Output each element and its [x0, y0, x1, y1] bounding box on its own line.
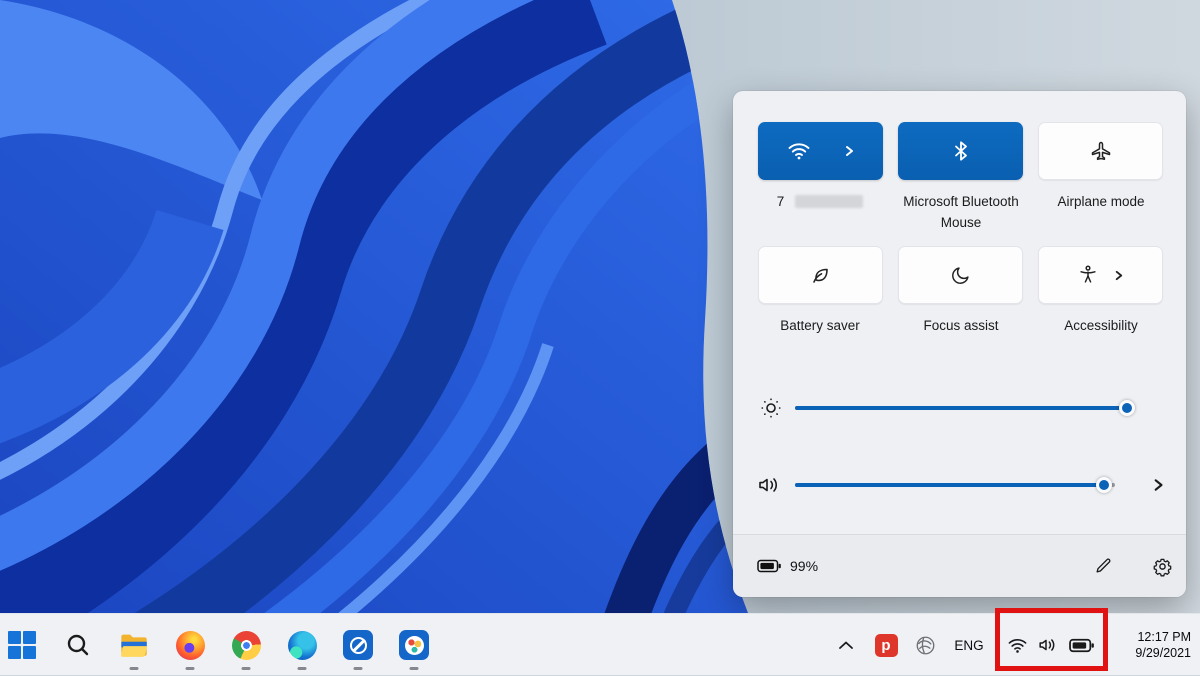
- wifi-icon: [787, 141, 811, 161]
- file-explorer-button[interactable]: [119, 630, 149, 660]
- volume-slider-knob[interactable]: [1096, 477, 1112, 493]
- chrome-button[interactable]: [231, 630, 261, 660]
- accessibility-label: Accessibility: [1031, 315, 1171, 336]
- blocked-sign-app-button[interactable]: [343, 630, 373, 660]
- volume-slider-fill: [795, 483, 1105, 487]
- redacted-network-name: [795, 195, 863, 208]
- brightness-slider-fill: [795, 406, 1127, 410]
- running-indicator: [410, 667, 419, 670]
- tray-wifi-button[interactable]: [1003, 614, 1031, 676]
- tray-volume-icon: [1037, 635, 1060, 655]
- chevron-up-icon: [838, 640, 854, 650]
- media-app-button[interactable]: [399, 630, 429, 660]
- running-indicator: [298, 667, 307, 670]
- settings-button[interactable]: [1147, 551, 1177, 581]
- focus-assist-toggle-button[interactable]: [898, 246, 1023, 304]
- picpick-tray-button[interactable]: p: [872, 614, 900, 676]
- quick-settings-footer: 99%: [733, 534, 1186, 597]
- media-app-icon: [399, 630, 429, 660]
- tray-battery-icon: [1069, 638, 1095, 653]
- search-icon: [65, 632, 91, 658]
- gear-icon: [1152, 556, 1173, 577]
- blocked-sign-app-icon: [343, 630, 373, 660]
- brightness-slider-row: [757, 395, 1167, 421]
- wifi-network-label: 7: [750, 191, 890, 212]
- running-indicator: [242, 667, 251, 670]
- mesh-app-tray-button[interactable]: [911, 614, 939, 676]
- pencil-icon: [1093, 556, 1113, 576]
- volume-expand-chevron-icon[interactable]: [1151, 478, 1165, 492]
- search-button[interactable]: [63, 630, 93, 660]
- mesh-globe-icon: [914, 634, 937, 657]
- tray-wifi-icon: [1007, 637, 1028, 654]
- language-indicator[interactable]: ENG: [948, 614, 990, 676]
- running-indicator: [186, 667, 195, 670]
- bluetooth-toggle-button[interactable]: [898, 122, 1023, 180]
- volume-slider-track[interactable]: [795, 483, 1115, 487]
- running-indicator: [130, 667, 139, 670]
- airplane-mode-label: Airplane mode: [1031, 191, 1171, 212]
- clock-date: 9/29/2021: [1135, 645, 1191, 661]
- accessibility-button[interactable]: [1038, 246, 1163, 304]
- edit-quick-settings-button[interactable]: [1088, 551, 1118, 581]
- tray-battery-button[interactable]: [1066, 614, 1098, 676]
- chrome-icon: [232, 631, 261, 660]
- battery-saver-toggle-button[interactable]: [758, 246, 883, 304]
- focus-assist-moon-icon: [950, 264, 972, 286]
- edge-icon: [288, 631, 317, 660]
- airplane-icon: [1089, 139, 1113, 163]
- tray-volume-button[interactable]: [1034, 614, 1062, 676]
- volume-speaker-icon: [757, 473, 783, 497]
- start-button[interactable]: [7, 630, 37, 660]
- battery-icon: [757, 559, 782, 573]
- tray-overflow-button[interactable]: [832, 614, 860, 676]
- windows-logo-icon: [8, 631, 36, 659]
- firefox-button[interactable]: [175, 630, 205, 660]
- taskbar-app-icons: [7, 614, 429, 676]
- wifi-toggle-button[interactable]: [758, 122, 883, 180]
- battery-saver-leaf-icon: [809, 264, 833, 286]
- brightness-slider-track[interactable]: [795, 406, 1127, 410]
- volume-slider-row: [757, 472, 1167, 498]
- taskbar-clock[interactable]: 12:17 PM 9/29/2021: [1135, 629, 1191, 661]
- focus-assist-label: Focus assist: [891, 315, 1031, 336]
- accessibility-person-icon: [1077, 264, 1099, 286]
- edge-button[interactable]: [287, 630, 317, 660]
- wifi-expand-chevron-icon[interactable]: [843, 145, 855, 157]
- brightness-sun-icon: [759, 396, 783, 420]
- bluetooth-icon: [952, 141, 970, 161]
- picpick-icon: p: [875, 634, 898, 657]
- airplane-mode-toggle-button[interactable]: [1038, 122, 1163, 180]
- quick-settings-panel: 7 Microsoft Bluetooth Mouse Airplane mod…: [733, 91, 1186, 597]
- running-indicator: [354, 667, 363, 670]
- battery-status: 99%: [757, 558, 818, 574]
- file-explorer-icon: [119, 630, 149, 660]
- accessibility-expand-chevron-icon[interactable]: [1113, 270, 1124, 281]
- battery-percent-label: 99%: [790, 558, 818, 574]
- bluetooth-device-label: Microsoft Bluetooth Mouse: [891, 191, 1031, 233]
- brightness-slider-knob[interactable]: [1119, 400, 1135, 416]
- battery-saver-label: Battery saver: [750, 315, 890, 336]
- firefox-icon: [176, 631, 205, 660]
- clock-time: 12:17 PM: [1135, 629, 1191, 645]
- taskbar: p ENG 12:17 PM 9/29/2021: [0, 613, 1200, 675]
